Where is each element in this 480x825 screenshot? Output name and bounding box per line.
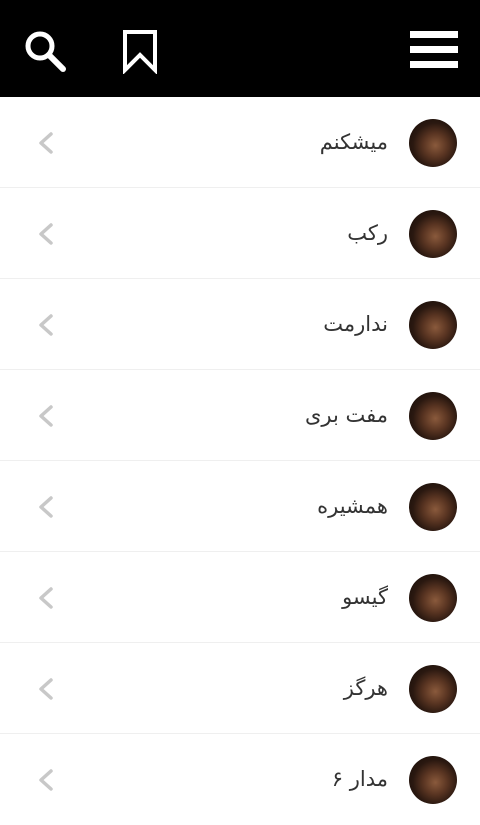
list-item[interactable]: میشکنم <box>0 97 480 188</box>
list-item-title: مدار ۶ <box>331 767 388 791</box>
avatar <box>409 665 457 713</box>
chevron-left-icon <box>39 769 53 791</box>
list-item[interactable]: همشیره <box>0 461 480 552</box>
list-item-title: رکب <box>347 221 388 245</box>
list-item-title: گیسو <box>342 585 388 609</box>
search-icon <box>25 31 66 72</box>
chevron-left-icon <box>39 405 53 427</box>
list-item[interactable]: ندارمت <box>0 279 480 370</box>
list-item-title: همشیره <box>317 494 388 518</box>
chevron-left-icon <box>39 223 53 245</box>
list-item-title: ندارمت <box>323 312 388 336</box>
list-item-title: هرگز <box>343 676 388 700</box>
chevron-left-icon <box>39 678 53 700</box>
avatar <box>409 119 457 167</box>
avatar <box>409 756 457 804</box>
list-item-title: مفت بری <box>304 403 388 427</box>
avatar <box>409 483 457 531</box>
avatar <box>409 574 457 622</box>
list-item[interactable]: گیسو <box>0 552 480 643</box>
list-item[interactable]: مفت بری <box>0 370 480 461</box>
list-item[interactable]: هرگز <box>0 643 480 734</box>
list-item-title: میشکنم <box>319 130 388 154</box>
bookmark-icon <box>123 30 157 75</box>
top-bar <box>0 0 480 97</box>
menu-button[interactable] <box>408 28 460 72</box>
bookmark-button[interactable] <box>120 28 160 75</box>
hamburger-menu-icon <box>410 31 458 68</box>
chevron-left-icon <box>39 496 53 518</box>
avatar <box>409 392 457 440</box>
list-item[interactable]: رکب <box>0 188 480 279</box>
search-button[interactable] <box>22 28 68 74</box>
chevron-left-icon <box>39 314 53 336</box>
avatar <box>409 210 457 258</box>
song-list: میشکنم رکب ندارمت مفت بری همشیره گیسو هر… <box>0 97 480 825</box>
list-item[interactable]: مدار ۶ <box>0 734 480 825</box>
chevron-left-icon <box>39 587 53 609</box>
avatar <box>409 301 457 349</box>
chevron-left-icon <box>39 132 53 154</box>
